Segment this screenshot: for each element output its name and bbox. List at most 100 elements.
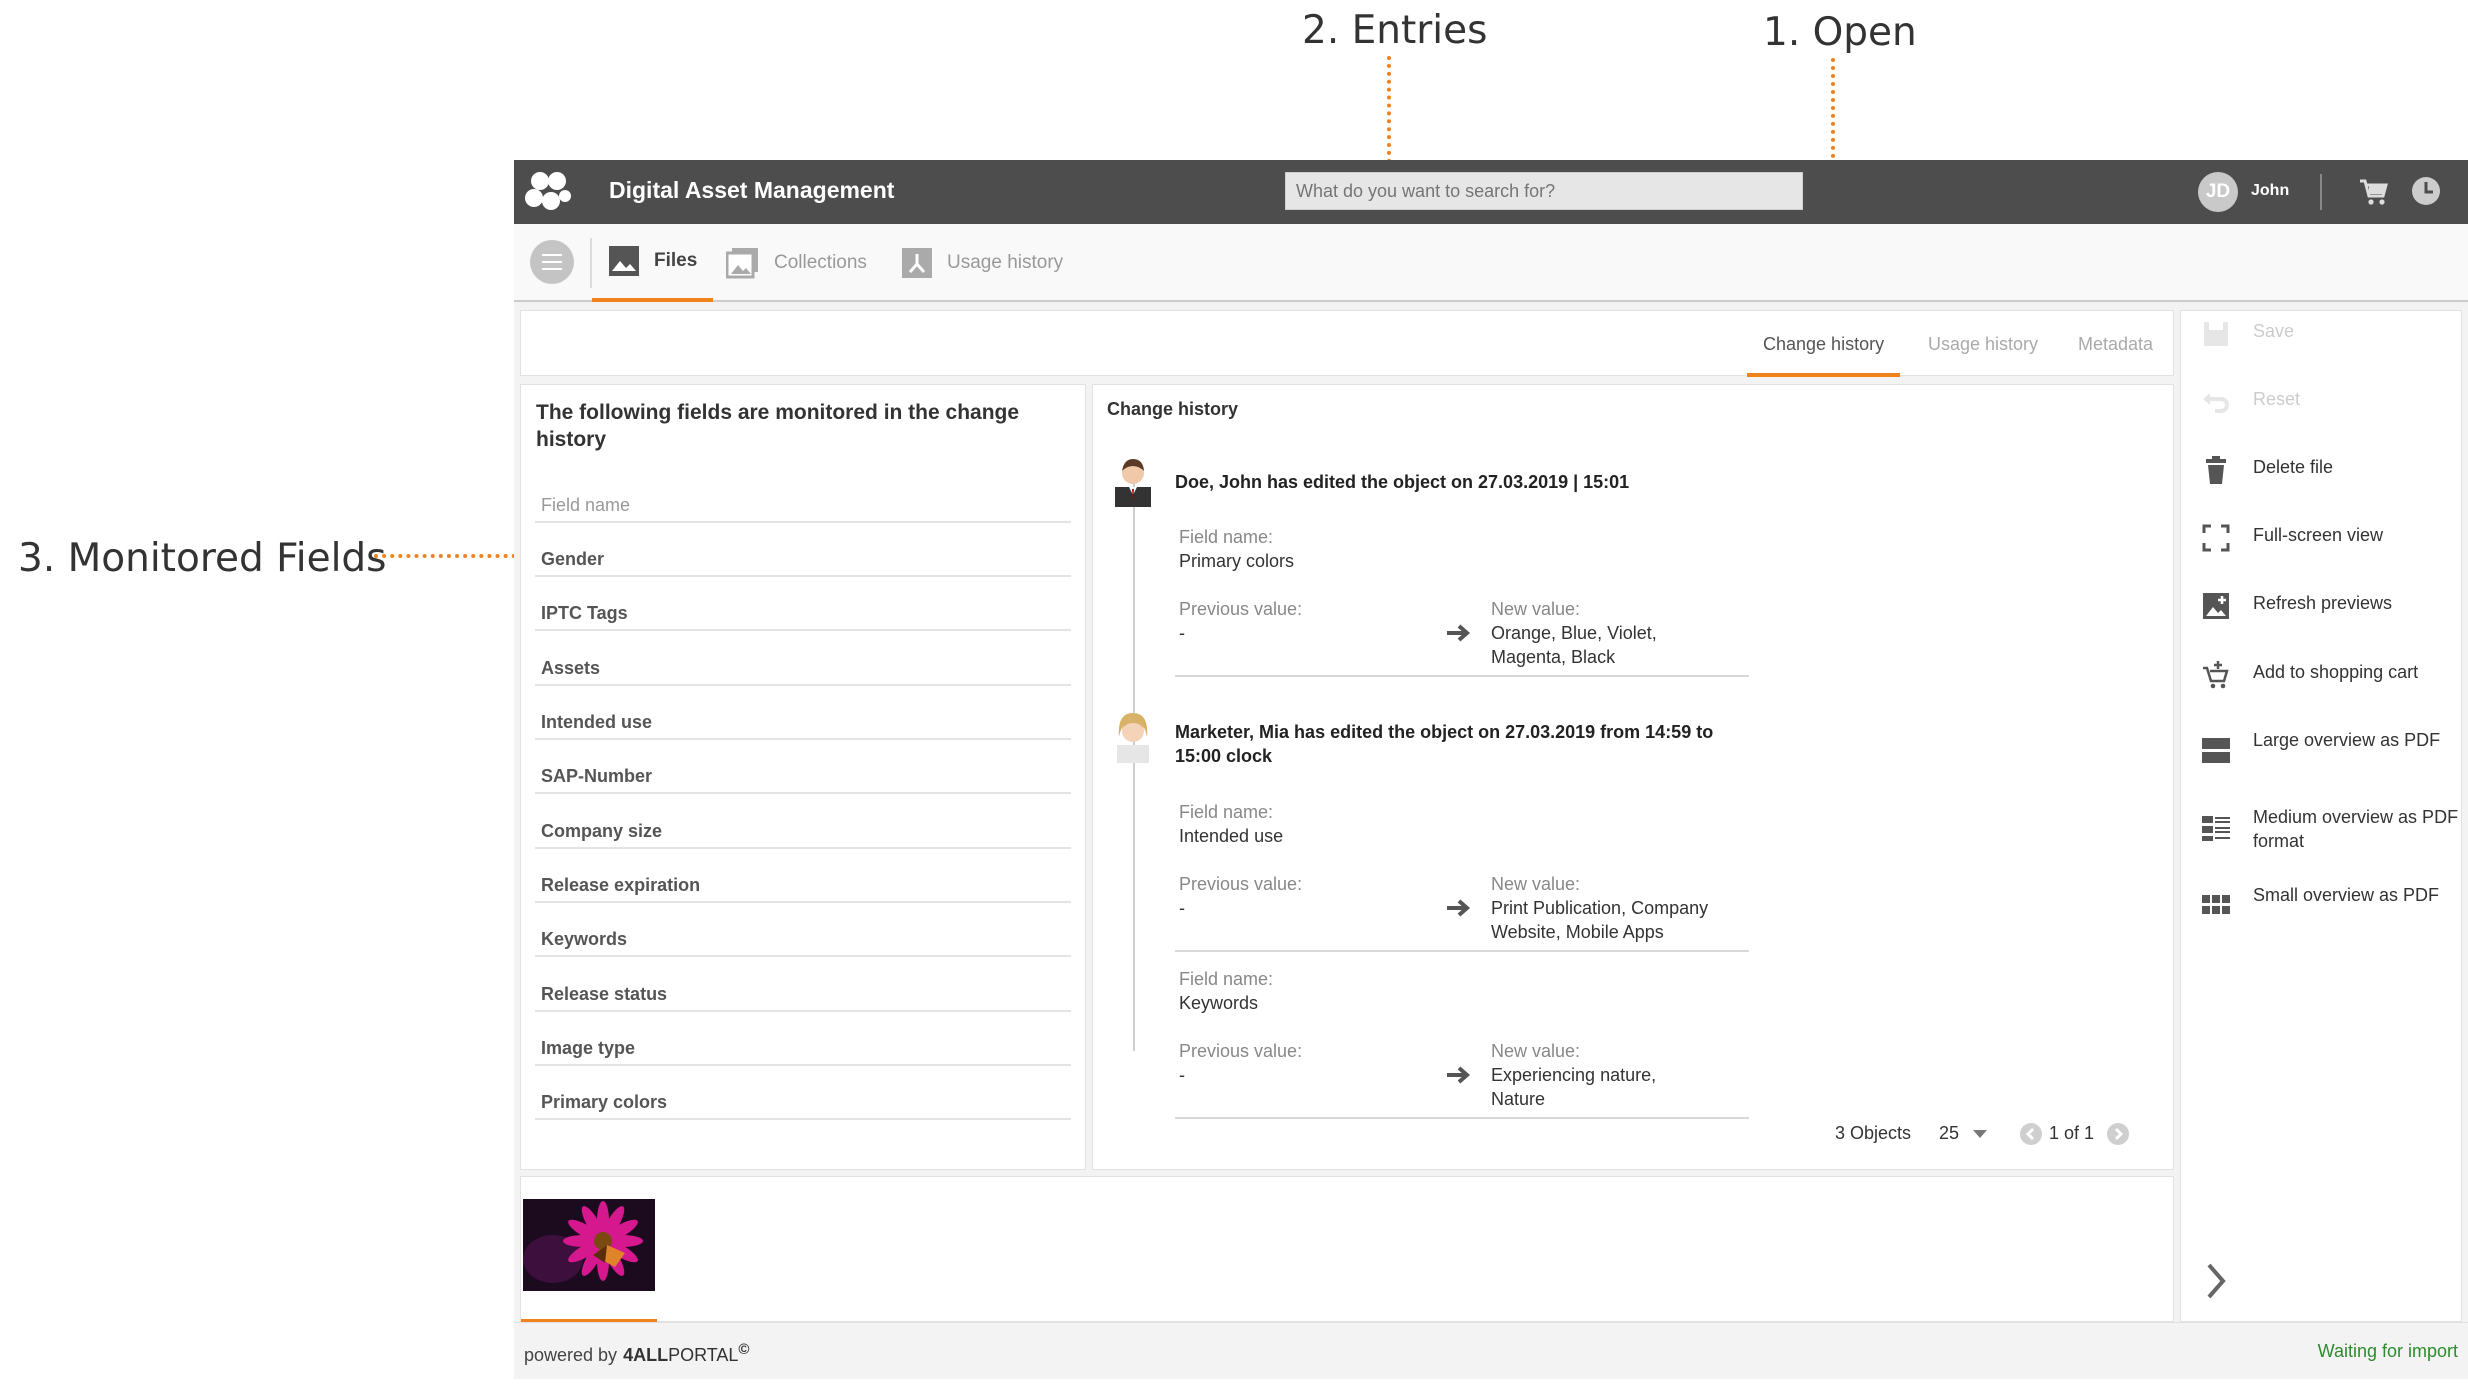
save-icon — [2204, 322, 2228, 346]
medium-overview-icon — [2202, 816, 2230, 841]
field-row: Image type — [535, 1012, 1071, 1066]
clock-icon[interactable] — [2411, 176, 2441, 206]
action-label: Reset — [2253, 389, 2301, 409]
user-avatar-mia-icon — [1117, 713, 1149, 763]
new-value-label: New value: — [1491, 599, 1581, 619]
app-title: Digital Asset Management — [609, 177, 895, 203]
thumbnail-strip — [520, 1176, 2174, 1323]
brand-rest: PORTAL — [668, 1345, 739, 1365]
action-label: Delete file — [2253, 457, 2334, 477]
previous-value: - — [1179, 1065, 1185, 1085]
annotation-entries: 2. Entries — [1302, 8, 1488, 53]
nav-tab-files[interactable]: Files — [592, 224, 714, 302]
main-nav: Files Collections Usage history — [514, 224, 2468, 302]
monitored-fields-panel: The following fields are monitored in th… — [520, 384, 1086, 1170]
topbar-divider — [2320, 174, 2322, 210]
new-value: Experiencing nature, — [1491, 1065, 1657, 1085]
app-logo-icon[interactable] — [524, 168, 572, 216]
nav-tab-label: Collections — [774, 252, 867, 273]
field-row: Gender — [535, 523, 1071, 577]
field-name-label: Field name: — [1179, 527, 1274, 547]
page-size-value: 25 — [1939, 1123, 1960, 1143]
new-value: Website, Mobile Apps — [1491, 922, 1664, 942]
undo-icon — [2203, 393, 2229, 413]
field-row: Assets — [535, 632, 1071, 686]
nav-tab-usage-history[interactable]: Usage history — [901, 224, 1063, 302]
field-row: Release expiration — [535, 849, 1071, 903]
search-input[interactable] — [1285, 172, 1803, 210]
field-name-value: Primary colors — [1179, 551, 1295, 571]
large-overview-icon — [2202, 738, 2230, 763]
annotation-open: 1. Open — [1763, 10, 1917, 55]
status-bar: powered by 4ALLPORTAL© Waiting for import — [514, 1322, 2468, 1379]
previous-value: - — [1179, 623, 1185, 643]
previous-value-label: Previous value: — [1179, 1041, 1303, 1061]
new-value: Print Publication, Company — [1491, 898, 1709, 918]
new-value: Magenta, Black — [1491, 647, 1616, 667]
next-page-icon[interactable] — [2107, 1123, 2129, 1145]
action-label: Refresh previews — [2253, 593, 2393, 613]
field-row: Release status — [535, 958, 1071, 1012]
shopping-cart-icon[interactable] — [2358, 176, 2390, 208]
change-divider — [1175, 1117, 1749, 1119]
flower-thumbnail — [523, 1199, 655, 1291]
nav-tab-label: Files — [654, 250, 698, 271]
small-overview-icon — [2202, 895, 2230, 914]
monitored-fields-title: The following fields are monitored in th… — [536, 401, 1020, 451]
action-label: Save — [2253, 321, 2295, 341]
entry-title: Marketer, Mia has edited the object on 2… — [1175, 722, 1714, 742]
tab-change-history[interactable]: Change history — [1747, 311, 1901, 377]
field-name-value: Keywords — [1179, 993, 1259, 1013]
collections-icon — [726, 248, 758, 279]
image-icon — [609, 246, 639, 276]
action-label: Add to shopping cart — [2253, 662, 2419, 682]
field-name-header: Field name — [535, 469, 1071, 523]
thumbnail-card[interactable] — [521, 1177, 657, 1323]
new-value: Orange, Blue, Violet, — [1491, 623, 1657, 643]
arrow-right-icon — [1447, 1066, 1471, 1084]
action-label: Medium overview as PDF format — [2253, 807, 2459, 851]
entry-title-continued: 15:00 clock — [1175, 746, 1273, 766]
fullscreen-icon — [2202, 524, 2230, 552]
powered-by-text: powered by — [524, 1345, 618, 1365]
refresh-preview-icon — [2203, 593, 2229, 619]
tab-metadata[interactable]: Metadata — [2078, 311, 2153, 377]
detail-tabs: Change history Usage history Metadata — [520, 310, 2174, 377]
action-label: Small overview as PDF — [2253, 885, 2440, 905]
action-label: Full-screen view — [2253, 525, 2384, 545]
nav-tab-label: Usage history — [947, 252, 1064, 273]
previous-value: - — [1179, 898, 1185, 918]
actions-sidebar: Save Reset Delete file Full-screen view … — [2180, 310, 2462, 1322]
page-indicator: 1 of 1 — [2049, 1123, 2095, 1143]
page-size-select[interactable]: 25 — [1939, 1123, 1988, 1144]
menu-button[interactable] — [530, 240, 574, 284]
brand-logo[interactable]: 4ALLPORTAL© — [623, 1341, 749, 1365]
arrow-right-icon — [1447, 899, 1471, 917]
action-label: Large overview as PDF — [2253, 730, 2441, 750]
field-row: Keywords — [535, 903, 1071, 957]
brand-mark: © — [738, 1341, 750, 1358]
annotation-monitored-fields: 3. Monitored Fields — [18, 536, 387, 581]
user-avatar[interactable]: JD — [2198, 172, 2238, 212]
chevron-right-icon[interactable] — [2203, 1261, 2231, 1301]
field-name-value: Intended use — [1179, 826, 1284, 846]
chevron-down-icon — [1973, 1130, 1988, 1138]
trash-icon — [2206, 456, 2226, 484]
tab-usage-history[interactable]: Usage history — [1928, 311, 2038, 377]
new-value-label: New value: — [1491, 874, 1581, 894]
change-history-panel: Change history Doe, John has edited the … — [1092, 384, 2174, 1170]
change-divider — [1175, 675, 1749, 677]
entry-title: Doe, John has edited the object on 27.03… — [1175, 472, 1630, 492]
cart-add-icon — [2203, 661, 2229, 689]
field-row: Primary colors — [535, 1066, 1071, 1120]
user-avatar-john-icon — [1115, 459, 1151, 507]
field-row: Intended use — [535, 686, 1071, 740]
change-divider — [1175, 950, 1749, 952]
usage-icon — [902, 248, 932, 278]
previous-page-icon[interactable] — [2020, 1123, 2042, 1145]
annotation-monitored-line — [374, 554, 524, 558]
user-name[interactable]: John — [2251, 182, 2289, 200]
import-status: Waiting for import — [2317, 1341, 2458, 1361]
objects-count: 3 Objects — [1835, 1123, 1912, 1143]
nav-tab-collections[interactable]: Collections — [726, 224, 867, 302]
